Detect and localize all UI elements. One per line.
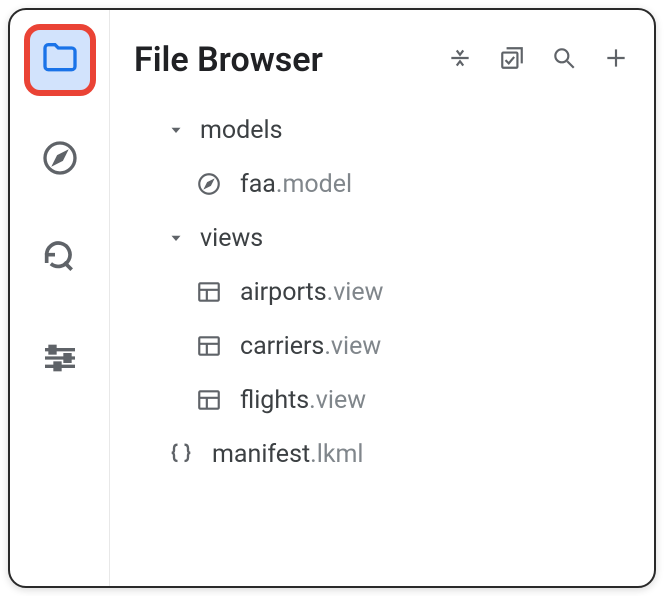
search-button[interactable] — [550, 46, 578, 74]
tree-file[interactable]: faa.model — [162, 162, 630, 206]
history-search-icon — [40, 238, 80, 282]
tree-file[interactable]: airports.view — [162, 270, 630, 314]
file-label: faa.model — [240, 170, 352, 199]
panel-header: File Browser — [134, 30, 630, 90]
bulk-check-icon — [499, 45, 525, 75]
folder-icon — [40, 38, 80, 82]
tree-file[interactable]: carriers.view — [162, 324, 630, 368]
search-icon — [551, 45, 577, 75]
left-rail — [10, 10, 110, 586]
folder-label: models — [200, 116, 283, 145]
chevron-down-icon — [162, 116, 190, 144]
collapse-icon — [447, 45, 473, 75]
sidebar-item-compass[interactable] — [24, 124, 96, 196]
sidebar-item-file-browser[interactable] — [24, 24, 96, 96]
add-button[interactable] — [602, 46, 630, 74]
sidebar-item-settings[interactable] — [24, 324, 96, 396]
table-icon — [192, 329, 226, 363]
bulk-select-button[interactable] — [498, 46, 526, 74]
compass-icon — [40, 138, 80, 182]
table-icon — [192, 383, 226, 417]
sidebar-item-history[interactable] — [24, 224, 96, 296]
folder-label: views — [200, 224, 263, 253]
header-actions — [446, 46, 630, 74]
panel-title: File Browser — [134, 40, 323, 80]
app-window: File Browser — [8, 8, 656, 588]
file-label: airports.view — [240, 278, 383, 307]
tree-folder-models[interactable]: models — [162, 108, 630, 152]
sliders-icon — [40, 338, 80, 382]
table-icon — [192, 275, 226, 309]
braces-icon — [164, 437, 198, 471]
file-tree: models faa.model views airports.view — [134, 108, 630, 476]
plus-icon — [603, 45, 629, 75]
tree-folder-views[interactable]: views — [162, 216, 630, 260]
tree-file[interactable]: manifest.lkml — [162, 432, 630, 476]
collapse-button[interactable] — [446, 46, 474, 74]
file-label: manifest.lkml — [212, 440, 364, 469]
chevron-down-icon — [162, 224, 190, 252]
file-label: flights.view — [240, 386, 366, 415]
tree-file[interactable]: flights.view — [162, 378, 630, 422]
file-label: carriers.view — [240, 332, 381, 361]
compass-icon — [192, 167, 226, 201]
main-panel: File Browser — [110, 10, 654, 586]
